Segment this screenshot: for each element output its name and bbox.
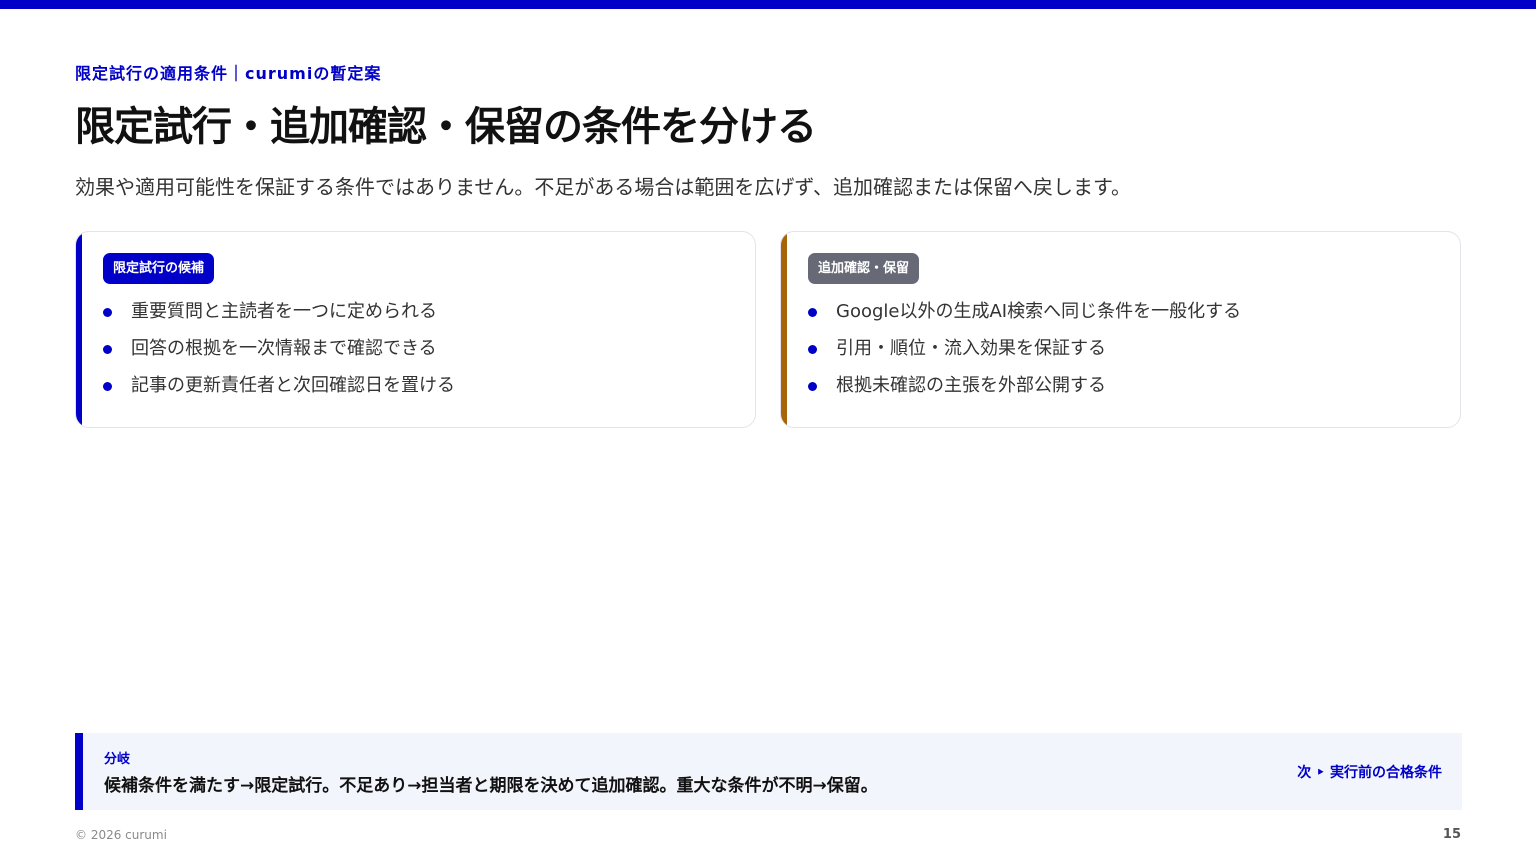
top-accent-bar	[0, 0, 1536, 9]
list-item: 回答の根拠を一次情報まで確認できる	[103, 333, 455, 370]
branch-label: 分岐	[104, 752, 131, 767]
bullet-icon	[103, 345, 112, 354]
list-item: Google以外の生成AI検索へ同じ条件を一般化する	[808, 296, 1241, 333]
list-item-text: 記事の更新責任者と次回確認日を置ける	[131, 375, 455, 396]
page-title: 限定試行・追加確認・保留の条件を分ける	[75, 104, 817, 150]
copyright: © 2026 curumi	[75, 828, 167, 842]
list-item: 記事の更新責任者と次回確認日を置ける	[103, 370, 455, 407]
list-item-text: 引用・順位・流入効果を保証する	[836, 338, 1106, 359]
card-additional-check-hold: 追加確認・保留 Google以外の生成AI検索へ同じ条件を一般化する 引用・順位…	[780, 231, 1461, 428]
card-item-list: Google以外の生成AI検索へ同じ条件を一般化する 引用・順位・流入効果を保証…	[808, 296, 1241, 407]
card-badge-additional-check: 追加確認・保留	[808, 253, 920, 284]
section-kicker: 限定試行の適用条件｜curumiの暫定案	[75, 64, 382, 83]
branch-text: 候補条件を満たす→限定試行。不足あり→担当者と期限を決めて追加確認。重大な条件が…	[104, 776, 878, 796]
next-slide-link[interactable]: 次 ‣ 実行前の合格条件	[1297, 762, 1442, 782]
list-item: 引用・順位・流入効果を保証する	[808, 333, 1241, 370]
branch-summary-box: 分岐 候補条件を満たす→限定試行。不足あり→担当者と期限を決めて追加確認。重大な…	[75, 733, 1462, 810]
card-badge-limited-trial: 限定試行の候補	[103, 253, 215, 284]
list-item-text: 根拠未確認の主張を外部公開する	[836, 375, 1106, 396]
list-item: 根拠未確認の主張を外部公開する	[808, 370, 1241, 407]
bullet-icon	[808, 345, 817, 354]
card-limited-trial: 限定試行の候補 重要質問と主読者を一つに定められる 回答の根拠を一次情報まで確認…	[75, 231, 756, 428]
page-number: 15	[1442, 827, 1461, 842]
bullet-icon	[103, 308, 112, 317]
bullet-icon	[808, 308, 817, 317]
bullet-icon	[103, 382, 112, 391]
bullet-icon	[808, 382, 817, 391]
list-item-text: 重要質問と主読者を一つに定められる	[131, 301, 437, 322]
list-item: 重要質問と主読者を一つに定められる	[103, 296, 455, 333]
card-item-list: 重要質問と主読者を一つに定められる 回答の根拠を一次情報まで確認できる 記事の更…	[103, 296, 455, 407]
list-item-text: 回答の根拠を一次情報まで確認できる	[131, 338, 437, 359]
page-subtitle: 効果や適用可能性を保証する条件ではありません。不足がある場合は範囲を広げず、追加…	[75, 175, 1131, 199]
list-item-text: Google以外の生成AI検索へ同じ条件を一般化する	[836, 301, 1242, 322]
